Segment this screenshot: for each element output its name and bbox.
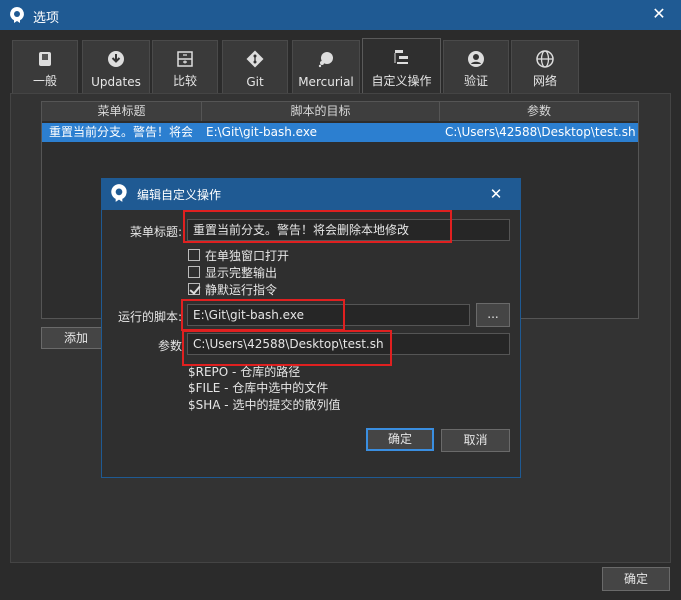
highlight-box (183, 210, 452, 243)
tab-label: Mercurial (298, 75, 354, 89)
close-icon[interactable]: ✕ (651, 6, 667, 22)
script-label: 运行的脚本: (117, 310, 182, 324)
run-silently-checkbox[interactable] (188, 283, 200, 295)
column-header-parameters[interactable]: 参数 (440, 102, 638, 121)
parameters-label: 参数 (157, 339, 182, 353)
highlight-box (182, 330, 392, 366)
diff-icon (177, 51, 193, 67)
row-parameters: C:\Users\42588\Desktop\test.sh (445, 125, 636, 139)
tab-git[interactable]: Git (222, 40, 288, 94)
tab-mercurial[interactable]: Mercurial (292, 40, 360, 94)
window-title: 选项 (33, 11, 60, 26)
app-logo-icon (111, 184, 127, 202)
browse-button[interactable]: ... (476, 303, 510, 327)
checkbox-label: 在单独窗口打开 (205, 249, 290, 263)
column-header-menu-title[interactable]: 菜单标题 (42, 102, 202, 121)
download-icon (108, 51, 124, 67)
tab-general[interactable]: 一般 (12, 40, 78, 94)
tab-label: 验证 (463, 74, 488, 88)
tab-custom-actions[interactable]: 自定义操作 (362, 38, 441, 94)
tab-label: Updates (91, 75, 141, 89)
switch-icon (39, 52, 51, 66)
app-logo-icon (10, 7, 24, 23)
open-in-separate-window-checkbox[interactable] (188, 249, 200, 261)
highlight-box (181, 299, 345, 331)
tab-label: Git (246, 75, 264, 89)
checkbox-label: 显示完整输出 (205, 266, 278, 280)
custom-actions-icon (394, 50, 408, 64)
dialog-title: 编辑自定义操作 (137, 188, 222, 202)
globe-icon (536, 50, 554, 68)
ok-button[interactable]: 确定 (602, 567, 670, 591)
user-icon (468, 51, 484, 67)
dialog-ok-button[interactable]: 确定 (366, 428, 434, 451)
dialog-cancel-button[interactable]: 取消 (441, 429, 510, 452)
row-script-target: E:\Git\git-bash.exe (206, 125, 317, 139)
mercurial-icon (318, 52, 333, 68)
title-bar (0, 0, 681, 30)
hint-sha: $SHA - 选中的提交的散列值 (188, 398, 341, 412)
tab-label: 网络 (532, 74, 557, 88)
hint-file: $FILE - 仓库中选中的文件 (188, 381, 329, 395)
column-header-script-target[interactable]: 脚本的目标 (202, 102, 440, 121)
close-icon[interactable]: ✕ (488, 186, 504, 202)
checkbox-label: 静默运行指令 (205, 283, 278, 297)
row-menu-title: 重置当前分支。警告！将会 (49, 125, 194, 139)
hint-repo: $REPO - 仓库的路径 (188, 365, 301, 379)
tab-authentication[interactable]: 验证 (443, 40, 509, 94)
tab-label: 一般 (32, 74, 57, 88)
show-full-output-checkbox[interactable] (188, 266, 200, 278)
tab-label: 比较 (172, 74, 197, 88)
tab-network[interactable]: 网络 (511, 40, 579, 94)
tab-label: 自定义操作 (371, 74, 432, 88)
tab-updates[interactable]: Updates (82, 40, 150, 94)
tab-diff[interactable]: 比较 (152, 40, 218, 94)
menu-title-label: 菜单标题: (129, 225, 182, 239)
git-icon (246, 50, 264, 68)
